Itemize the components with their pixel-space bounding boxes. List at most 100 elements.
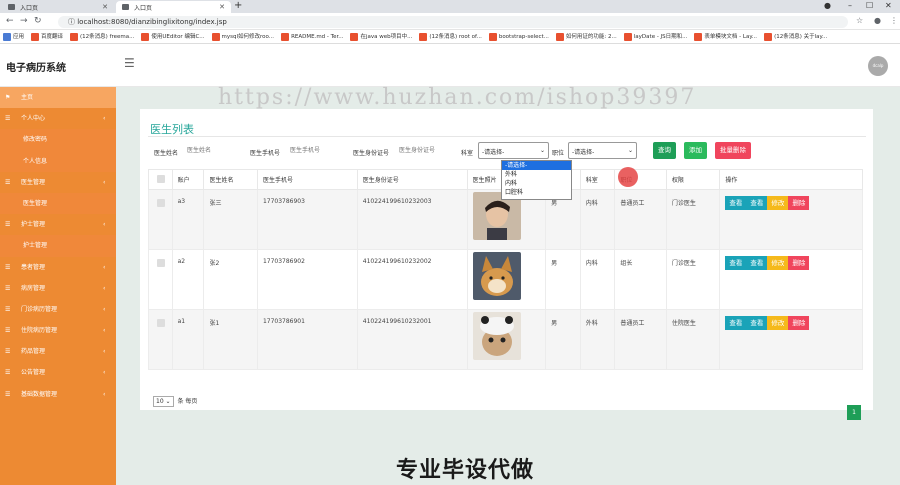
edit-button[interactable]: 修改: [767, 256, 789, 270]
sidebar-item[interactable]: ⚑ 主页: [0, 87, 116, 109]
sidebar-item[interactable]: ☰ 患者管理 ‹: [0, 257, 116, 278]
position-filter-label: 职位: [552, 150, 565, 157]
table-row: a2 张2 17703786902 410224199610232002 男内科 组长 门诊…: [148, 249, 863, 310]
menu-dots-icon[interactable]: ⋮: [890, 16, 898, 25]
menu-icon: ☰: [5, 390, 11, 398]
new-tab-icon[interactable]: +: [234, 0, 242, 11]
sidebar-item[interactable]: ☰ 门诊病历管理 ‹: [0, 299, 116, 320]
dept-option[interactable]: 口腔科: [502, 188, 571, 197]
browser-tab-active[interactable]: 入口页 ✕: [116, 1, 231, 13]
view-detail-button[interactable]: 查看: [746, 256, 768, 270]
account-icon[interactable]: ●: [874, 16, 881, 25]
row-actions: 查看 查看 修改 删除: [719, 249, 863, 310]
cell-gender: 男: [545, 249, 581, 310]
bookmark-item[interactable]: 百度翻译: [28, 30, 67, 43]
name-filter-input[interactable]: [184, 143, 244, 158]
edit-button[interactable]: 修改: [767, 316, 789, 330]
sidebar-item[interactable]: ☰ 个人中心 ‹: [0, 108, 116, 129]
search-button[interactable]: 查询: [653, 142, 676, 159]
bookmark-icon: [211, 33, 220, 41]
sidebar-item[interactable]: ☰ 医生管理 ‹: [0, 172, 116, 193]
sidebar-item[interactable]: ☰ 药品管理 ‹: [0, 341, 116, 362]
page-favicon-icon: [8, 4, 15, 10]
avatar[interactable]: dcalp: [868, 56, 888, 76]
row-checkbox[interactable]: [157, 199, 165, 207]
sidebar-item[interactable]: ☰ 护士管理 ‹: [0, 214, 116, 235]
delete-button[interactable]: 删除: [788, 316, 810, 330]
close-icon[interactable]: ✕: [102, 3, 108, 11]
view-button[interactable]: 查看: [725, 256, 747, 270]
bookmark-item[interactable]: mysql如何修改roo...: [209, 30, 279, 43]
dept-select[interactable]: -请选择- ⌄: [478, 142, 549, 159]
bookmark-item[interactable]: bootstrap-select...: [486, 30, 553, 43]
edit-button[interactable]: 修改: [767, 196, 789, 210]
cell-gender: 男: [545, 309, 581, 370]
cell-name: 张1: [203, 309, 258, 370]
sidebar-item-label: 患者管理: [21, 263, 46, 271]
row-select-cell: [148, 249, 173, 310]
position-select[interactable]: -请选择- ⌄: [568, 142, 637, 159]
sidebar-item[interactable]: ☰ 病房管理 ‹: [0, 278, 116, 299]
idno-filter-input[interactable]: [396, 143, 456, 158]
close-icon[interactable]: ✕: [219, 3, 225, 11]
watermark: https://www.huzhan.com/ishop39397: [218, 85, 697, 110]
reload-icon[interactable]: ↻: [34, 16, 42, 26]
sidebar-subitem[interactable]: 个人信息: [0, 150, 116, 172]
view-button[interactable]: 查看: [725, 196, 747, 210]
view-detail-button[interactable]: 查看: [746, 316, 768, 330]
select-all-cell[interactable]: [148, 169, 173, 190]
bookmark-item[interactable]: 表单模块文档 - Lay...: [691, 30, 761, 43]
bookmark-item[interactable]: 在java web项目中...: [347, 30, 416, 43]
maximize-icon[interactable]: ☐: [866, 1, 873, 10]
bookmark-item[interactable]: 使用UEditor 编辑C...: [138, 30, 208, 43]
bookmark-item[interactable]: README.md - Ter...: [278, 30, 347, 43]
sidebar-item-label: 修改密码: [23, 136, 48, 144]
phone-filter-input[interactable]: [287, 143, 347, 158]
delete-button[interactable]: 删除: [788, 196, 810, 210]
dept-option[interactable]: 外科: [502, 170, 571, 179]
profile-icon[interactable]: ●: [824, 1, 831, 10]
chevron-down-icon: ⌄: [539, 147, 545, 154]
url-field[interactable]: ⓘ localhost:8080/dianzibinglixitong/inde…: [58, 16, 848, 28]
sidebar-subitem[interactable]: 医生管理: [0, 192, 116, 215]
view-detail-button[interactable]: 查看: [746, 196, 768, 210]
minimize-icon[interactable]: –: [848, 1, 852, 10]
row-select-cell: [148, 189, 173, 250]
sidebar-item[interactable]: ☰ 住院病历管理 ‹: [0, 320, 116, 341]
add-button[interactable]: 添加: [684, 142, 707, 159]
sidebar-item-label: 医生管理: [23, 199, 48, 207]
main-content: 医生列表 医生姓名 医生手机号 医生身份证号 科室 -请选择-⌄ 职位 -请选择…: [116, 87, 900, 485]
browser-tab[interactable]: 入口页 ✕: [2, 1, 114, 13]
dept-option[interactable]: 内科: [502, 179, 571, 188]
bookmark-item[interactable]: (12条消息) freema...: [67, 30, 138, 43]
sidebar-item[interactable]: ☰ 公告管理 ‹: [0, 362, 116, 383]
bookmark-star-icon[interactable]: ☆: [856, 16, 863, 25]
view-button[interactable]: 查看: [725, 316, 747, 330]
window-close-icon[interactable]: ✕: [885, 1, 892, 10]
bookmark-item[interactable]: layDate - JS日期和...: [621, 30, 692, 43]
bookmark-item[interactable]: 应用: [0, 30, 28, 43]
doctor-list-panel: 医生列表 医生姓名 医生手机号 医生身份证号 科室 -请选择-⌄ 职位 -请选择…: [140, 109, 873, 420]
hamburger-menu-icon[interactable]: ☰: [124, 56, 135, 70]
dept-option[interactable]: -请选择-: [502, 161, 571, 170]
page-number-button[interactable]: 1: [847, 405, 861, 420]
sidebar-subitem[interactable]: 护士管理: [0, 235, 116, 257]
click-indicator: [618, 167, 638, 187]
row-checkbox[interactable]: [157, 319, 165, 327]
browser-tabbar: 入口页 ✕ 入口页 ✕ + ● – ☐ ✕: [0, 0, 900, 13]
bookmark-icon: [623, 33, 632, 41]
bookmark-icon: [70, 33, 79, 41]
page-size-select[interactable]: 10 ⌄: [153, 396, 174, 407]
back-icon[interactable]: ←: [6, 16, 14, 26]
sidebar-item[interactable]: ☰ 基础数据管理 ‹: [0, 384, 116, 405]
row-checkbox[interactable]: [157, 259, 165, 267]
bookmark-item[interactable]: (12条消息) root of...: [416, 30, 485, 43]
sidebar-subitem[interactable]: 修改密码: [0, 129, 116, 151]
bookmark-icon: [419, 33, 428, 41]
forward-icon[interactable]: →: [20, 16, 28, 26]
bookmark-item[interactable]: (12条消息) 关于lay...: [761, 30, 831, 43]
batch-delete-button[interactable]: 批量删除: [715, 142, 751, 159]
select-all-checkbox[interactable]: [157, 175, 165, 183]
bookmark-item[interactable]: 如何用证的功能: 2...: [553, 30, 621, 43]
delete-button[interactable]: 删除: [788, 256, 810, 270]
